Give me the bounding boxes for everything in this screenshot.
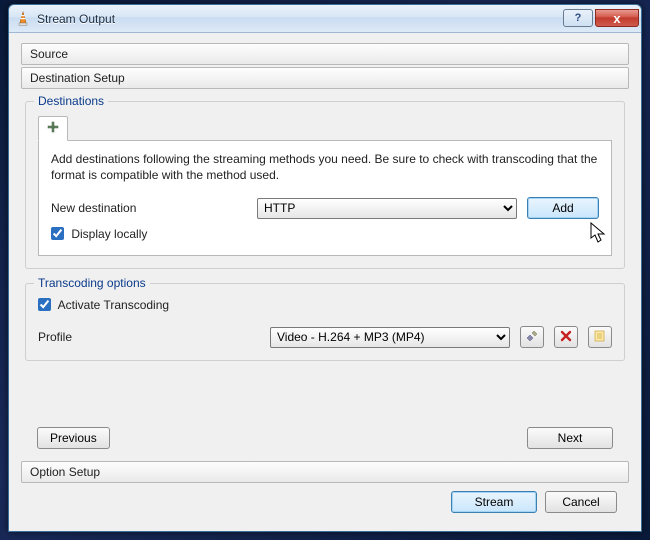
new-profile-icon	[593, 329, 607, 346]
activate-transcoding-label: Activate Transcoding	[58, 298, 169, 312]
nav-row: Previous Next	[21, 421, 629, 455]
section-source-label: Source	[30, 47, 68, 61]
footer: Stream Cancel	[21, 485, 629, 523]
titlebar[interactable]: Stream Output ? x	[9, 5, 641, 33]
destinations-panel: Add destinations following the streaming…	[38, 141, 612, 256]
delete-profile-button[interactable]	[554, 326, 578, 348]
add-destination-tab[interactable]	[38, 116, 68, 141]
wrench-icon	[525, 329, 539, 346]
add-button[interactable]: Add	[527, 197, 599, 219]
next-button-label: Next	[558, 431, 583, 445]
section-destination-setup-label: Destination Setup	[30, 71, 125, 85]
section-option-setup-label: Option Setup	[30, 465, 100, 479]
plus-icon	[47, 121, 59, 136]
transcoding-group: Transcoding options Activate Transcoding…	[25, 283, 625, 361]
activate-transcoding-container[interactable]: Activate Transcoding	[38, 298, 169, 312]
destinations-tabstrip	[38, 116, 612, 141]
app-icon	[15, 11, 31, 27]
destination-method-select[interactable]: HTTP	[257, 198, 517, 219]
next-button[interactable]: Next	[527, 427, 613, 449]
activate-transcoding-checkbox[interactable]	[38, 298, 51, 311]
add-button-label: Add	[552, 201, 573, 215]
profile-label: Profile	[38, 330, 72, 344]
display-locally-checkbox[interactable]	[51, 227, 64, 240]
profile-select[interactable]: Video - H.264 + MP3 (MP4)	[270, 327, 510, 348]
new-destination-label: New destination	[51, 201, 136, 215]
transcoding-group-title: Transcoding options	[34, 276, 150, 290]
stream-button[interactable]: Stream	[451, 491, 537, 513]
destinations-group-title: Destinations	[34, 94, 108, 108]
destinations-hint: Add destinations following the streaming…	[51, 151, 599, 183]
cancel-button[interactable]: Cancel	[545, 491, 617, 513]
display-locally-checkbox-container[interactable]: Display locally	[51, 227, 147, 241]
section-destination-setup[interactable]: Destination Setup	[21, 67, 629, 89]
dialog-window: Stream Output ? x Source Destination Set…	[8, 4, 642, 532]
section-option-setup[interactable]: Option Setup	[21, 461, 629, 483]
delete-icon	[560, 330, 572, 345]
stream-button-label: Stream	[475, 495, 514, 509]
cancel-button-label: Cancel	[562, 495, 599, 509]
section-source[interactable]: Source	[21, 43, 629, 65]
destinations-group: Destinations Add destinations following …	[25, 101, 625, 269]
help-icon: ?	[575, 12, 582, 24]
client-area: Source Destination Setup Destinations	[9, 33, 641, 531]
edit-profile-button[interactable]	[520, 326, 544, 348]
previous-button-label: Previous	[50, 431, 97, 445]
previous-button[interactable]: Previous	[37, 427, 110, 449]
close-icon: x	[613, 11, 620, 26]
window-title: Stream Output	[37, 12, 563, 26]
close-button[interactable]: x	[595, 9, 639, 27]
help-button[interactable]: ?	[563, 9, 593, 27]
new-profile-button[interactable]	[588, 326, 612, 348]
display-locally-label: Display locally	[71, 227, 147, 241]
